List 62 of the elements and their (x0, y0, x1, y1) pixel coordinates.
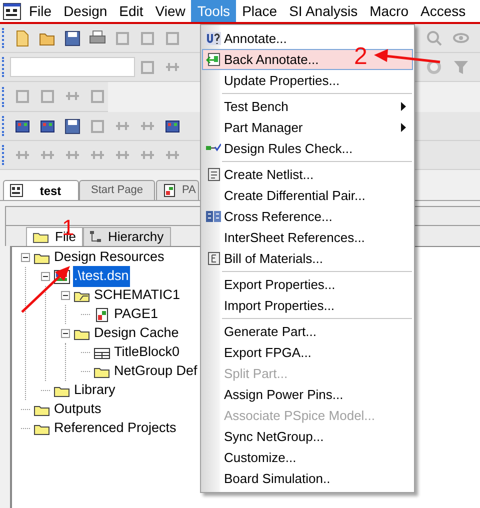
menu-item[interactable]: Design Rules Check... (202, 138, 413, 159)
tree-item[interactable]: SCHEMATIC1 (93, 285, 182, 306)
menu-item[interactable]: Board Simulation.. (202, 468, 413, 489)
save-icon[interactable] (64, 118, 81, 134)
menu-item[interactable]: Update Properties... (202, 70, 413, 91)
bill-of-materials-icon[interactable] (206, 251, 220, 266)
folder-icon[interactable] (33, 231, 49, 243)
menu-item[interactable]: Import Properties... (202, 295, 413, 316)
tree-item[interactable]: Design Resources (53, 247, 166, 268)
page-icon[interactable] (163, 184, 176, 197)
document-tab[interactable]: PA (156, 180, 199, 200)
panel-tab[interactable]: Hierarchy (82, 227, 171, 246)
annotate-icon[interactable] (206, 31, 220, 46)
menu-item[interactable]: Export Properties... (202, 274, 413, 295)
menu-item[interactable]: Edit (113, 0, 150, 22)
arrow (374, 49, 440, 64)
menu-item[interactable]: Design (58, 0, 114, 22)
menu-item[interactable]: Bill of Materials... (202, 248, 413, 269)
collapse-icon[interactable] (21, 253, 30, 262)
app-icon[interactable] (3, 2, 21, 20)
collapse-icon[interactable] (41, 272, 50, 281)
collapse-icon[interactable] (61, 291, 70, 300)
schematic-icon[interactable] (10, 184, 23, 197)
collapse-icon[interactable] (61, 329, 70, 338)
tree-item[interactable]: PAGE1 (113, 304, 160, 325)
save-icon[interactable] (64, 30, 81, 46)
tree-item[interactable]: NetGroup Def (113, 361, 198, 382)
tree-item[interactable]: Design Cache (93, 323, 180, 344)
submenu-arrow-icon[interactable] (401, 123, 406, 132)
menu-item[interactable]: View (149, 0, 192, 22)
hierarchy-icon[interactable] (90, 231, 102, 243)
menu-item[interactable]: Create Netlist... (202, 164, 413, 185)
menu-item[interactable]: File (23, 0, 58, 22)
menu-item[interactable]: Assign Power Pins... (202, 384, 413, 405)
menu-item[interactable]: Test Bench (202, 96, 413, 117)
page-icon[interactable] (94, 308, 110, 322)
menu-item[interactable]: Sync NetGroup... (202, 426, 413, 447)
tree-item[interactable]: Referenced Projects (53, 418, 178, 439)
tree-item[interactable]: TitleBlock0 (113, 342, 181, 363)
tree-item[interactable]: .\test.dsn (73, 266, 130, 287)
menu-item[interactable]: InterSheet References... (202, 227, 413, 248)
menu-item[interactable]: Generate Part... (202, 321, 413, 342)
document-tab[interactable]: Start Page (79, 180, 155, 200)
arrow (21, 266, 70, 313)
document-tab[interactable]: test (3, 180, 79, 200)
back-annotate-icon[interactable] (206, 52, 220, 67)
menu-item[interactable]: Export FPGA... (202, 342, 413, 363)
menu-item[interactable]: Create Differential Pair... (202, 185, 413, 206)
menu-item[interactable]: Cross Reference... (202, 206, 413, 227)
cross-reference-icon[interactable] (206, 209, 220, 224)
menu-item[interactable]: Access (414, 0, 472, 22)
tree-item[interactable]: Outputs (53, 399, 102, 420)
menu-item[interactable]: SI Analysis (283, 0, 364, 22)
title-block-icon[interactable] (94, 346, 110, 360)
netlist-icon[interactable] (206, 167, 220, 182)
menu-item[interactable]: Macro (364, 0, 414, 22)
document-icon[interactable] (14, 30, 31, 46)
submenu-arrow-icon[interactable] (401, 102, 406, 111)
tree-item[interactable]: Library (73, 380, 116, 401)
menu-item[interactable]: Place (236, 0, 284, 22)
printer-icon[interactable] (89, 30, 106, 46)
menu-item[interactable]: Customize... (202, 447, 413, 468)
